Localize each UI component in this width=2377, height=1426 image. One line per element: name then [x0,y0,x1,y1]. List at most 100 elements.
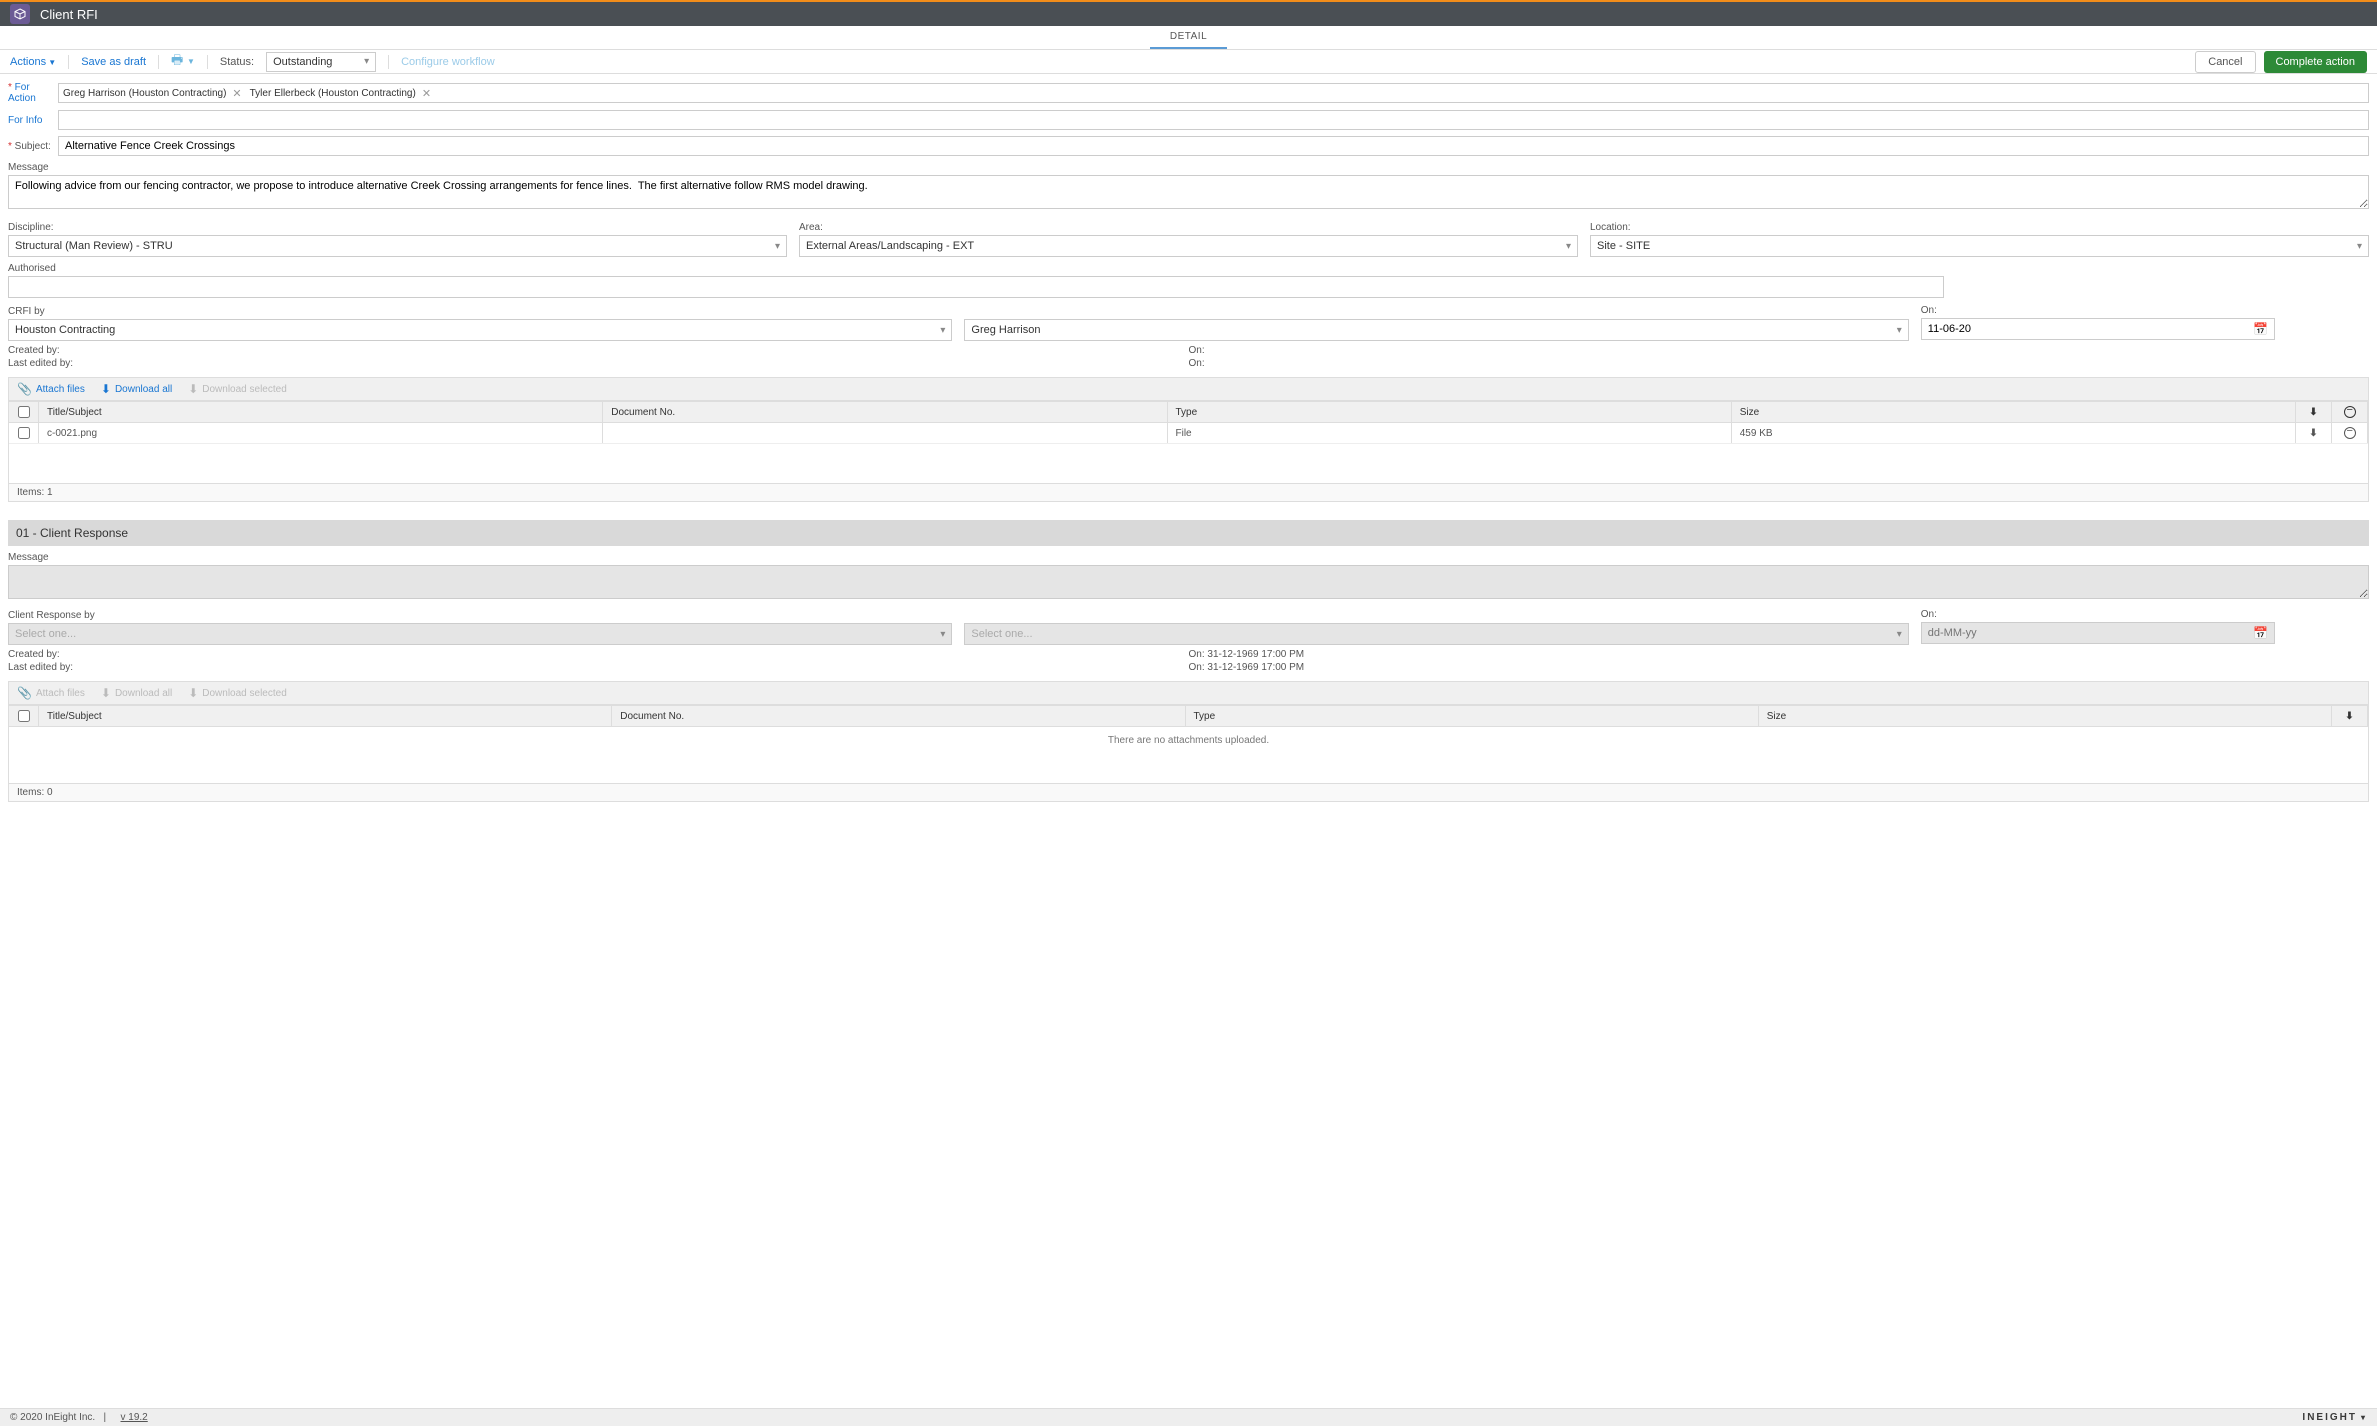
response-message-label: Message [8,552,2369,563]
location-label: Location: [1590,222,2369,233]
col-delete-icon [2332,402,2368,422]
response-on-label: On: [1921,609,2275,620]
response-org-select: Select one... [8,623,952,645]
content: For Action Greg Harrison (Houston Contra… [0,74,2377,1408]
col-download-icon: ⬇ [2332,706,2368,726]
empty-message: There are no attachments uploaded. [9,727,2368,754]
response-attachments-toolbar: 📎Attach files ⬇Download all ⬇Download se… [8,681,2369,705]
crfi-org-select[interactable]: Houston Contracting [8,319,952,341]
attach-icon: 📎 [17,382,32,396]
response-message-textarea [8,565,2369,599]
col-title: Title/Subject [39,402,603,422]
table-items-count: Items: 0 [9,783,2368,801]
col-docno: Document No. [612,706,1185,726]
message-textarea[interactable]: Following advice from our fencing contra… [8,175,2369,209]
toolbar: Actions Save as draft 🖶 ▼ Status: Outsta… [0,50,2377,74]
download-icon: ⬇ [188,382,198,396]
response-created-on: On: 31-12-1969 17:00 PM [1189,649,1305,660]
brand-menu[interactable]: INEIGHT [2302,1412,2367,1423]
download-all-button[interactable]: ⬇Download all [101,382,172,396]
calendar-icon[interactable]: 📅 [2247,322,2274,336]
attach-files-button: 📎Attach files [17,686,85,700]
edited-by-label: Last edited by: [8,358,1189,369]
attach-icon: 📎 [17,686,32,700]
tab-bar: DETAIL [0,26,2377,50]
response-person-select: Select one... [964,623,1908,645]
edited-on-label: On: [1189,358,1205,369]
download-icon: ⬇ [188,686,198,700]
response-edited-on: On: 31-12-1969 17:00 PM [1189,662,1305,673]
response-date-input: 📅 [1921,622,2275,644]
download-selected-button: ⬇Download selected [188,686,287,700]
remove-chip-icon[interactable]: ✕ [232,87,241,100]
select-all-checkbox[interactable] [18,406,30,418]
attachments-table: Title/Subject Document No. Type Size ⬇ c… [8,401,2369,502]
row-checkbox[interactable] [18,427,30,439]
discipline-select[interactable]: Structural (Man Review) - STRU [8,235,787,257]
row-size: 459 KB [1732,423,2296,443]
download-icon: ⬇ [101,686,111,700]
col-download-icon: ⬇ [2296,402,2332,422]
cancel-button[interactable]: Cancel [2195,51,2255,73]
remove-chip-icon[interactable]: ✕ [422,87,431,100]
save-draft-button[interactable]: Save as draft [81,56,146,68]
response-edited-by: Last edited by: [8,662,1189,673]
row-download-button[interactable]: ⬇ [2296,423,2332,443]
col-docno: Document No. [603,402,1167,422]
select-all-checkbox[interactable] [18,710,30,722]
col-title: Title/Subject [39,706,612,726]
calendar-icon: 📅 [2247,626,2274,640]
authorised-label: Authorised [8,263,2369,274]
for-action-chip: Greg Harrison (Houston Contracting)✕ [63,87,242,100]
for-action-input[interactable]: Greg Harrison (Houston Contracting)✕ Tyl… [58,83,2369,103]
discipline-label: Discipline: [8,222,787,233]
response-created-by: Created by: [8,649,1189,660]
download-icon: ⬇ [101,382,111,396]
actions-menu[interactable]: Actions [10,56,56,68]
download-all-button: ⬇Download all [101,686,172,700]
area-label: Area: [799,222,1578,233]
version-link[interactable]: v 19.2 [121,1412,148,1423]
download-selected-button: ⬇Download selected [188,382,287,396]
response-attachments-table: Title/Subject Document No. Type Size ⬇ T… [8,705,2369,802]
app-logo-icon [10,4,30,24]
table-row: c-0021.png File 459 KB ⬇ [9,423,2368,444]
print-icon[interactable]: 🖶 ▼ [171,51,195,73]
for-info-input[interactable] [58,110,2369,130]
tab-detail[interactable]: DETAIL [1150,26,1227,49]
footer: © 2020 InEight Inc. | v 19.2 INEIGHT [0,1408,2377,1426]
message-label: Message [8,162,2369,173]
row-docno [603,423,1167,443]
location-select[interactable]: Site - SITE [1590,235,2369,257]
created-on-label: On: [1189,345,1205,356]
row-delete-button[interactable] [2332,423,2368,443]
app-title: Client RFI [40,7,98,22]
copyright: © 2020 InEight Inc. [10,1412,95,1423]
crfi-person-select[interactable]: Greg Harrison [964,319,1908,341]
for-info-label[interactable]: For Info [8,115,52,126]
configure-workflow-link[interactable]: Configure workflow [401,56,495,68]
col-type: Type [1186,706,1759,726]
crfi-on-label: On: [1921,305,2275,316]
attach-files-button[interactable]: 📎Attach files [17,382,85,396]
authorised-input[interactable] [8,276,1944,298]
area-select[interactable]: External Areas/Landscaping - EXT [799,235,1578,257]
app-header: Client RFI [0,0,2377,26]
table-items-count: Items: 1 [9,483,2368,501]
status-select[interactable]: Outstanding [266,52,376,72]
status-label: Status: [220,56,254,68]
subject-label: Subject: [8,141,52,152]
attachments-toolbar: 📎Attach files ⬇Download all ⬇Download se… [8,377,2369,401]
col-size: Size [1759,706,2332,726]
row-title: c-0021.png [39,423,603,443]
crfi-date-input[interactable]: 📅 [1921,318,2275,340]
complete-action-button[interactable]: Complete action [2264,51,2368,73]
row-type: File [1168,423,1732,443]
col-size: Size [1732,402,2296,422]
client-response-header: 01 - Client Response [8,520,2369,546]
col-type: Type [1168,402,1732,422]
created-by-label: Created by: [8,345,1189,356]
for-action-label[interactable]: For Action [8,82,52,104]
subject-input[interactable] [58,136,2369,156]
for-action-chip: Tyler Ellerbeck (Houston Contracting)✕ [250,87,431,100]
